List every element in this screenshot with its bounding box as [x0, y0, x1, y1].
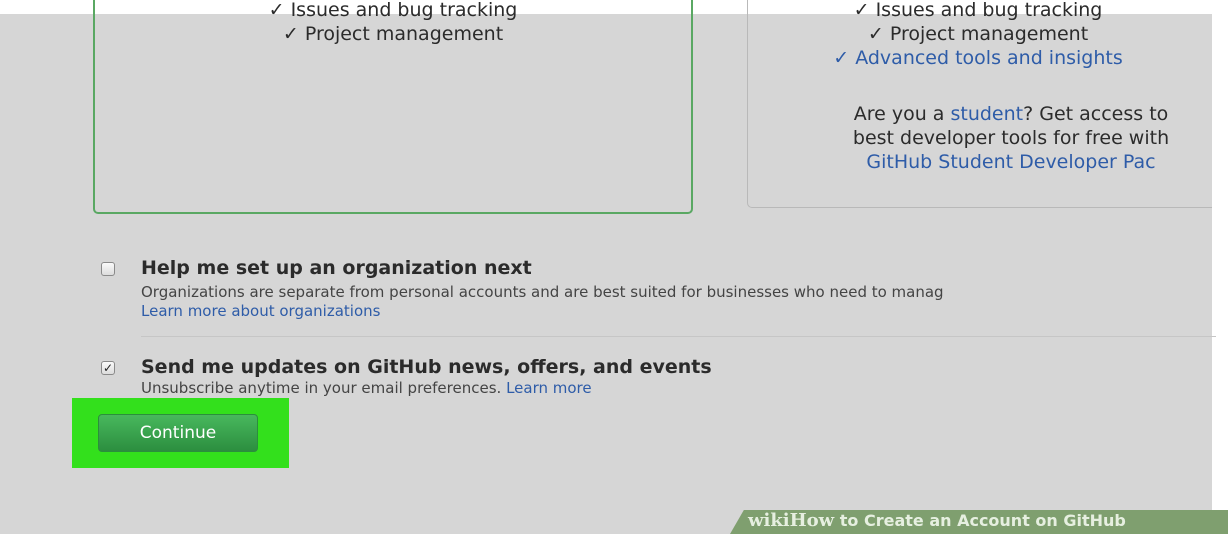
student-note-text: Are you a [853, 103, 951, 125]
feature-item: ✓ Issues and bug tracking [853, 0, 1103, 21]
watermark-title: to Create an Account on GitHub [839, 511, 1126, 530]
updates-description-text: Unsubscribe anytime in your email prefer… [141, 379, 502, 397]
learn-more-organizations-link[interactable]: Learn more about organizations [141, 302, 380, 320]
free-plan-features: ✓ Issues and bug tracking ✓ Project mana… [95, 0, 691, 46]
feature-item: ✓ Project management [282, 23, 504, 45]
free-plan-card[interactable]: ✓ Issues and bug tracking ✓ Project mana… [93, 0, 693, 214]
divider [141, 336, 1216, 337]
continue-button[interactable]: Continue [98, 414, 258, 452]
student-note-text: best developer tools for free with [852, 127, 1170, 149]
feature-item: ✓ Issues and bug tracking [268, 0, 518, 21]
student-pack-link[interactable]: GitHub Student Developer Pac [796, 150, 1226, 174]
student-link[interactable]: student [950, 103, 1023, 125]
watermark-text: wikiHow to Create an Account on GitHub [748, 512, 1126, 530]
updates-checkbox[interactable]: ✓ [101, 361, 115, 375]
feature-item: ✓ Project management [867, 23, 1089, 45]
right-edge [1212, 0, 1228, 528]
feature-item: ✓ Advanced tools and insights [833, 47, 1123, 69]
organization-option-title: Help me set up an organization next [141, 257, 532, 279]
student-note-text: ? Get access to [1023, 103, 1169, 125]
updates-option-description: Unsubscribe anytime in your email prefer… [141, 379, 592, 397]
pro-plan-card[interactable]: ✓ Issues and bug tracking ✓ Project mana… [747, 0, 1217, 208]
updates-option-title: Send me updates on GitHub news, offers, … [141, 356, 712, 378]
organization-option-description: Organizations are separate from personal… [141, 283, 944, 301]
pro-plan-features: ✓ Issues and bug tracking ✓ Project mana… [748, 0, 1208, 70]
learn-more-link[interactable]: Learn more [506, 379, 592, 397]
organization-checkbox[interactable] [101, 262, 115, 276]
student-note: Are you a student? Get access to best de… [796, 102, 1226, 174]
